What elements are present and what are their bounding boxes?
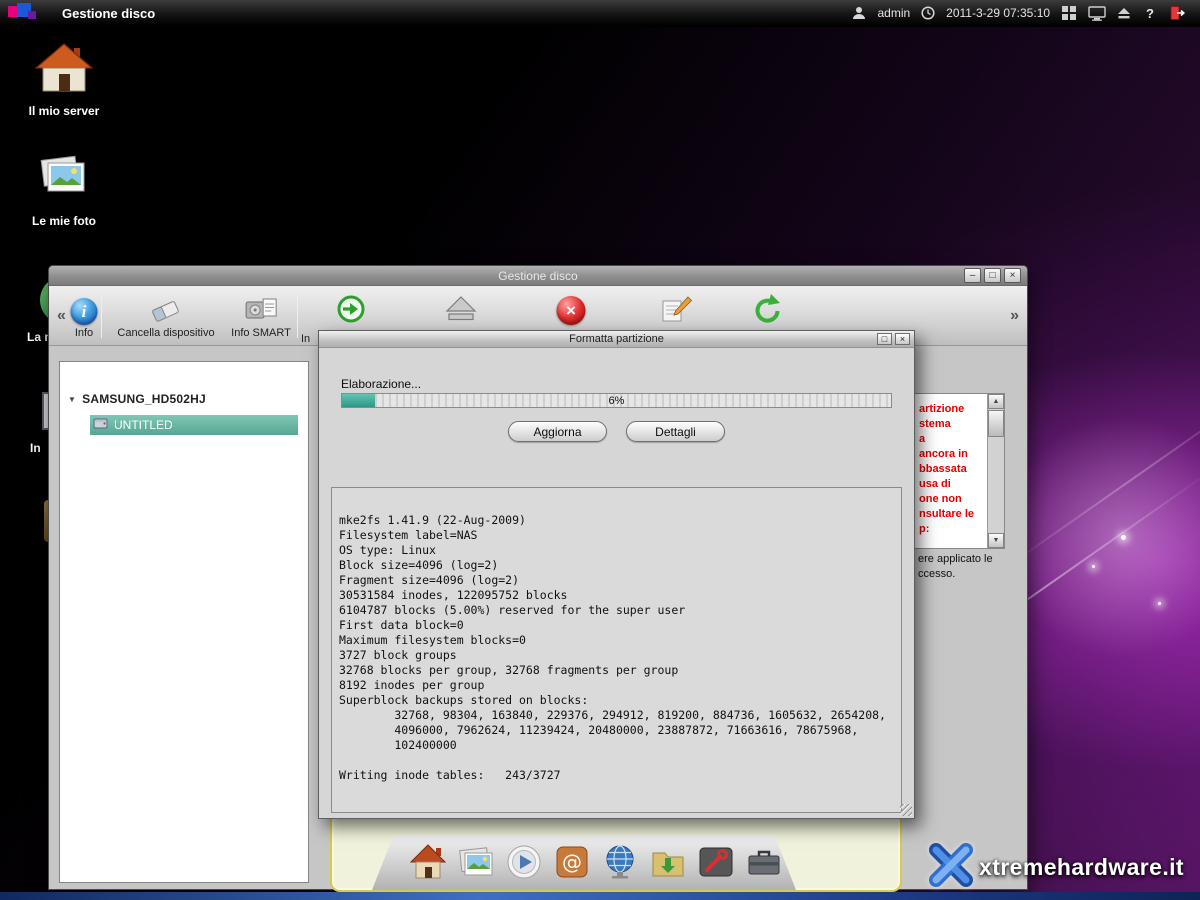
drive-icon xyxy=(93,416,109,434)
dock-media-player-icon[interactable] xyxy=(502,836,546,888)
smart-disk-icon xyxy=(243,292,279,325)
scroll-up-icon[interactable]: ▲ xyxy=(988,394,1004,409)
top-menubar: Gestione disco admin 2011-3-29 07:35:10 … xyxy=(0,0,1200,27)
datetime-label: 2011-3-29 07:35:10 xyxy=(946,6,1050,20)
format-partition-dialog: Formatta partizione □ × Elaborazione... … xyxy=(318,330,915,819)
window-titlebar[interactable]: Gestione disco – □ × xyxy=(49,266,1027,286)
disk-name-label: SAMSUNG_HD502HJ xyxy=(82,392,206,406)
toolbar-smart-info-button[interactable]: Info SMART xyxy=(231,292,291,339)
toolbar-edit-button[interactable] xyxy=(659,292,693,325)
dock-browser-icon[interactable] xyxy=(598,836,642,888)
dock-home-icon[interactable] xyxy=(406,836,450,888)
minimize-button[interactable]: – xyxy=(964,268,981,283)
dock-mail-icon[interactable]: @ xyxy=(550,836,594,888)
photos-icon xyxy=(36,150,92,204)
user-icon xyxy=(852,6,866,20)
toolbar-eject-button[interactable] xyxy=(443,292,479,325)
remove-x-icon: × xyxy=(557,296,586,325)
desktop-icon-my-server[interactable]: Il mio server xyxy=(9,42,119,118)
apps-grid-icon[interactable] xyxy=(1061,5,1077,21)
sparkle xyxy=(1158,602,1161,605)
disk-tree-panel: ▼ SAMSUNG_HD502HJ UNTITLED xyxy=(59,361,309,883)
sparkle xyxy=(1092,565,1095,568)
details-button[interactable]: Dettagli xyxy=(626,421,725,442)
topbar-app-title: Gestione disco xyxy=(62,6,155,21)
dock-download-icon[interactable] xyxy=(646,836,690,888)
edit-pencil-icon xyxy=(659,292,693,325)
clock-icon xyxy=(921,6,935,20)
sparkle xyxy=(1121,535,1126,540)
toolbar-erase-device-button[interactable]: Cancella dispositivo xyxy=(117,292,214,339)
format-output-console: mke2fs 1.41.9 (22-Aug-2009) Filesystem l… xyxy=(331,487,902,813)
toolbar-scroll-left[interactable]: « xyxy=(57,307,66,325)
toolbar-refresh-button[interactable] xyxy=(750,292,782,325)
expander-icon[interactable]: ▼ xyxy=(68,395,76,404)
tree-node-disk[interactable]: ▼ SAMSUNG_HD502HJ xyxy=(68,392,206,406)
watermark-x-logo-icon xyxy=(923,841,977,894)
dialog-titlebar[interactable]: Formatta partizione □ × xyxy=(319,331,914,348)
dialog-close-button[interactable]: × xyxy=(895,333,910,345)
format-progress-bar: 6% xyxy=(341,393,892,408)
site-watermark: xtremehardware.it xyxy=(923,841,1184,894)
window-title: Gestione disco xyxy=(498,269,577,283)
progress-percent-label: 6% xyxy=(342,394,891,407)
watermark-text: xtremehardware.it xyxy=(979,854,1184,881)
warning-text: artizione stema a ancora in bbassata usa… xyxy=(919,402,974,537)
info-icon: i xyxy=(71,298,98,325)
display-icon[interactable] xyxy=(1088,6,1106,21)
username-label[interactable]: admin xyxy=(877,6,910,20)
house-icon xyxy=(34,42,94,94)
close-button[interactable]: × xyxy=(1004,268,1021,283)
toolbar-scroll-right[interactable]: » xyxy=(1010,307,1019,325)
help-icon[interactable]: ? xyxy=(1142,6,1158,21)
toolbar-info-button[interactable]: i Info xyxy=(71,292,98,339)
maximize-button[interactable]: □ xyxy=(984,268,1001,283)
dock-photos-icon[interactable] xyxy=(454,836,498,888)
refresh-icon xyxy=(750,292,782,325)
desktop-icon-label: Le mie foto xyxy=(9,214,119,228)
desktop-icon-my-photos[interactable]: Le mie foto xyxy=(9,150,119,228)
eject-icon[interactable] xyxy=(1117,6,1131,20)
system-logo-icon xyxy=(8,3,48,23)
logout-icon[interactable] xyxy=(1169,5,1186,21)
desktop-icon-label: Il mio server xyxy=(9,104,119,118)
dialog-maximize-button[interactable]: □ xyxy=(877,333,892,345)
dock-tools-icon[interactable] xyxy=(694,836,738,888)
resize-grip[interactable] xyxy=(900,804,912,816)
svg-text:@: @ xyxy=(562,850,582,874)
info-text: ere applicato le ccesso. xyxy=(918,552,993,582)
mke2fs-output: mke2fs 1.41.9 (22-Aug-2009) Filesystem l… xyxy=(339,513,886,783)
toolbar-initialize-button[interactable] xyxy=(335,292,367,325)
dock-toolbox-icon[interactable] xyxy=(742,836,786,888)
scrollbar-thumb[interactable] xyxy=(988,410,1004,437)
eject-disk-icon xyxy=(443,292,479,325)
refresh-button[interactable]: Aggiorna xyxy=(508,421,607,442)
toolbar-initialize-label: In xyxy=(301,333,310,345)
partition-name-label: UNTITLED xyxy=(114,418,173,432)
scroll-down-icon[interactable]: ▼ xyxy=(988,533,1004,548)
desktop-icon-label: In xyxy=(30,441,41,455)
toolbar-remove-button[interactable]: × xyxy=(557,292,586,325)
tree-node-partition-selected[interactable]: UNTITLED xyxy=(90,415,298,435)
initialize-arrow-icon xyxy=(335,292,367,325)
eraser-icon xyxy=(148,292,184,325)
message-scrollbar[interactable]: ▲ ▼ xyxy=(987,394,1004,548)
processing-label: Elaborazione... xyxy=(341,377,421,391)
application-dock: @ xyxy=(330,812,902,892)
dialog-title: Formatta partizione xyxy=(569,333,664,345)
